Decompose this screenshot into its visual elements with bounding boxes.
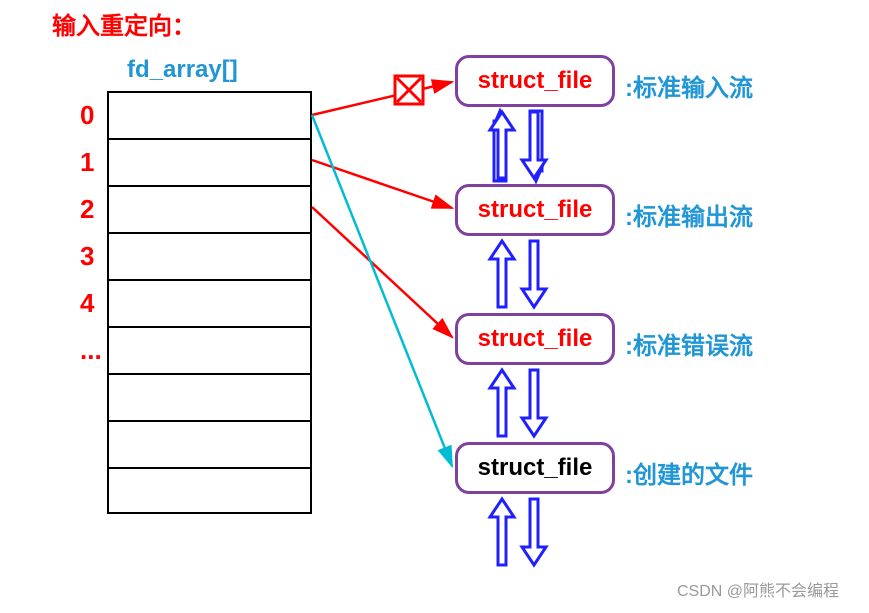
arrow-fd0-redirect	[312, 115, 452, 466]
watermark: CSDN @阿熊不会编程	[677, 577, 839, 601]
diagram-canvas: 输入重定向： fd_array[] 0 1 2 3 4 ... struct_f…	[0, 0, 869, 613]
arrow-fd2-stderr	[312, 207, 452, 337]
cross-out-icon	[395, 76, 423, 104]
arrows-svg	[0, 0, 869, 613]
arrow-fd0-stdin	[312, 82, 452, 115]
